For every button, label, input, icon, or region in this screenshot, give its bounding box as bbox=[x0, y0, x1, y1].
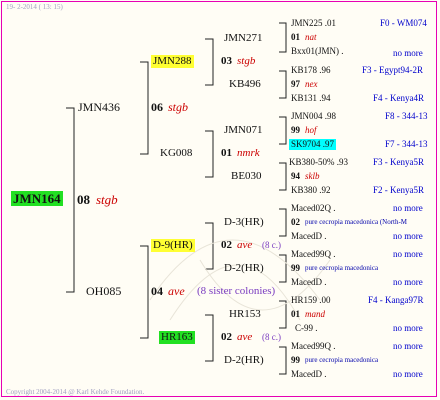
ancestor-id[interactable]: MacedD . bbox=[291, 278, 327, 287]
ancestor-location: no more bbox=[393, 369, 423, 379]
grandparent-colony-id[interactable]: KG008 bbox=[160, 148, 192, 159]
gg-colony-id[interactable]: D-2(HR) bbox=[224, 263, 264, 274]
ancestor-location: F4 - Kenya4R bbox=[373, 93, 424, 103]
ancestor-id[interactable]: JMN004 .98 bbox=[291, 112, 336, 121]
grandparent-colony-id[interactable]: JMN288 bbox=[151, 55, 194, 68]
sister-colonies: (8 c.) bbox=[262, 240, 281, 250]
root-colony-id[interactable]: JMN164 bbox=[11, 191, 63, 206]
gg-colony-id[interactable]: JMN271 bbox=[224, 33, 263, 44]
grandparent-breed: stgb bbox=[237, 55, 256, 67]
grandparent-breed: ave bbox=[237, 239, 253, 251]
ancestor-id[interactable]: MacedD . bbox=[291, 232, 327, 241]
grandparent-generation: 02 bbox=[221, 239, 232, 251]
ancestor-id[interactable]: HR159 .00 bbox=[291, 296, 331, 305]
pedigree-lines bbox=[66, 22, 331, 375]
parent-generation: 06 bbox=[151, 100, 163, 114]
ancestor-location: no more bbox=[393, 323, 423, 333]
ancestor-location: no more bbox=[393, 203, 423, 213]
ancestor-id[interactable]: KB178 .96 bbox=[291, 66, 331, 75]
ancestor-location: no more bbox=[393, 277, 423, 287]
ancestor-location: F8 - 344-13 bbox=[385, 111, 428, 121]
ancestor-id[interactable]: Maced02Q . bbox=[291, 204, 336, 213]
ancestor-id[interactable]: KB131 .94 bbox=[291, 94, 331, 103]
gg-breed: sklb bbox=[305, 171, 320, 181]
timestamp: 19- 2-2014 ( 13: 15) bbox=[6, 3, 63, 11]
gg-breed: pure cecropia macedonica bbox=[305, 356, 379, 364]
gg-breed: hof bbox=[305, 125, 317, 135]
parent-colony-id[interactable]: OH085 bbox=[86, 285, 121, 297]
root-breed: stgb bbox=[96, 192, 118, 207]
gg-colony-id[interactable]: HR153 bbox=[229, 309, 261, 320]
gg-breed: nat bbox=[305, 32, 317, 42]
gg-generation: 02 bbox=[291, 217, 300, 227]
gg-colony-id[interactable]: JMN071 bbox=[224, 125, 263, 136]
grandparent-generation: 03 bbox=[221, 55, 232, 67]
root-generation: 08 bbox=[77, 192, 90, 207]
gg-breed: nex bbox=[305, 79, 318, 89]
ancestor-id[interactable]: JMN225 .01 bbox=[291, 19, 336, 28]
ancestor-location: F2 - Kenya5R bbox=[373, 185, 424, 195]
gg-colony-id[interactable]: D-3(HR) bbox=[224, 217, 264, 228]
sister-colonies: (8 c.) bbox=[262, 332, 281, 342]
ancestor-location: F7 - 344-13 bbox=[385, 139, 428, 149]
parent-generation: 04 bbox=[151, 284, 163, 298]
ancestor-location: no more bbox=[393, 48, 423, 58]
ancestor-location: F3 - Egypt94-2R bbox=[362, 65, 424, 75]
parent-colony-id[interactable]: JMN436 bbox=[78, 101, 120, 113]
gg-breed: pure cecropia macedonica (North-M bbox=[305, 218, 408, 226]
gg-colony-id[interactable]: KB496 bbox=[229, 79, 261, 90]
gg-breed: pure cecropia macedonica bbox=[305, 264, 379, 272]
ancestor-id[interactable]: C-99 . bbox=[295, 324, 318, 333]
sister-colonies: (8 sister colonies) bbox=[197, 285, 276, 297]
ancestor-id[interactable]: Maced99Q . bbox=[291, 342, 336, 351]
ancestor-id[interactable]: Bxx01(JMN) . bbox=[291, 47, 344, 56]
gg-generation: 94 bbox=[291, 171, 300, 181]
gg-generation: 01 bbox=[291, 32, 300, 42]
ancestor-id[interactable]: KB380-50% .93 bbox=[289, 158, 348, 167]
parent-breed: stgb bbox=[168, 100, 189, 114]
ancestor-id[interactable]: Maced99Q . bbox=[291, 250, 336, 259]
gg-generation: 01 bbox=[291, 309, 300, 319]
ancestor-location: F3 - Kenya5R bbox=[373, 157, 424, 167]
ancestor-location: F4 - Kanga97R bbox=[368, 295, 424, 305]
gg-colony-id[interactable]: BE030 bbox=[231, 171, 262, 182]
gg-breed: mand bbox=[305, 309, 325, 319]
ancestor-location: F0 - WM074 bbox=[380, 18, 427, 28]
parent-breed: ave bbox=[168, 284, 185, 298]
grandparent-breed: ave bbox=[237, 331, 253, 343]
ancestor-location: no more bbox=[393, 249, 423, 259]
gg-generation: 97 bbox=[291, 79, 300, 89]
ancestor-id[interactable]: SK9704 .97 bbox=[289, 139, 337, 150]
gg-colony-id[interactable]: D-2(HR) bbox=[224, 355, 264, 366]
grandparent-generation: 02 bbox=[221, 331, 232, 343]
copyright: Copyright 2004-2014 @ Karl Kehde Foundat… bbox=[6, 388, 145, 396]
ancestor-id[interactable]: KB380 .92 bbox=[291, 186, 331, 195]
ancestor-location: no more bbox=[393, 341, 423, 351]
gg-generation: 99 bbox=[291, 355, 300, 365]
gg-generation: 99 bbox=[291, 125, 300, 135]
ancestor-id[interactable]: MacedD . bbox=[291, 370, 327, 379]
ancestor-location: no more bbox=[393, 231, 423, 241]
grandparent-generation: 01 bbox=[221, 147, 232, 159]
grandparent-colony-id[interactable]: HR163 bbox=[159, 331, 195, 344]
grandparent-colony-id[interactable]: D-9(HR) bbox=[151, 239, 195, 252]
gg-generation: 99 bbox=[291, 263, 300, 273]
grandparent-breed: nmrk bbox=[237, 147, 260, 159]
